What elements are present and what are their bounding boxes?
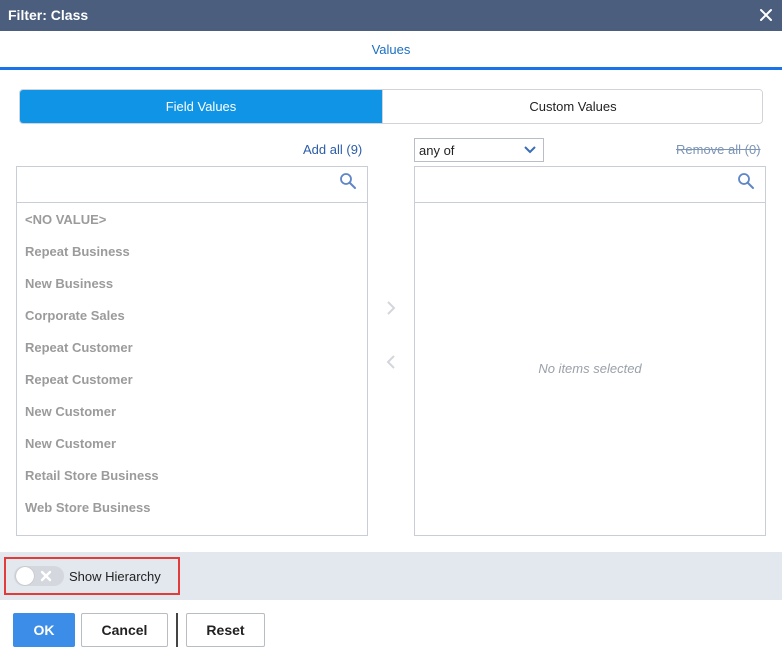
list-item[interactable]: Web Store Business bbox=[25, 500, 150, 520]
value-source-switch: Field Values Custom Values bbox=[19, 89, 763, 124]
show-hierarchy-toggle[interactable] bbox=[14, 566, 64, 586]
match-mode-value: any of bbox=[419, 143, 455, 158]
available-search-input[interactable] bbox=[21, 171, 321, 197]
chevron-left-icon[interactable] bbox=[384, 353, 398, 371]
chevron-down-icon bbox=[523, 144, 537, 156]
search-icon[interactable] bbox=[339, 172, 357, 190]
x-icon bbox=[39, 569, 53, 583]
remove-all-link[interactable]: Remove all (0) bbox=[676, 142, 761, 157]
ok-button[interactable]: OK bbox=[13, 613, 75, 647]
dialog-title: Filter: Class bbox=[8, 7, 89, 23]
field-values-button[interactable]: Field Values bbox=[20, 90, 382, 123]
empty-selection-text: No items selected bbox=[538, 361, 642, 376]
dialog-titlebar: Filter: Class bbox=[0, 0, 782, 31]
custom-values-button[interactable]: Custom Values bbox=[382, 90, 762, 123]
show-hierarchy-label: Show Hierarchy bbox=[69, 569, 161, 584]
selected-search-bar bbox=[415, 167, 765, 203]
list-item[interactable]: Repeat Business bbox=[25, 244, 130, 264]
search-icon[interactable] bbox=[737, 172, 755, 190]
list-item[interactable]: Repeat Customer bbox=[25, 372, 133, 392]
button-divider bbox=[176, 613, 178, 647]
list-item[interactable]: Retail Store Business bbox=[25, 468, 159, 488]
list-item[interactable]: <NO VALUE> bbox=[25, 212, 106, 232]
match-mode-select[interactable]: any of bbox=[414, 138, 544, 162]
available-search-bar bbox=[17, 167, 367, 203]
list-item[interactable]: New Customer bbox=[25, 404, 116, 424]
list-item[interactable]: New Business bbox=[25, 276, 113, 296]
chevron-right-icon[interactable] bbox=[384, 299, 398, 317]
toggle-knob bbox=[16, 567, 34, 585]
tab-strip: Values bbox=[0, 31, 782, 70]
close-icon[interactable] bbox=[756, 5, 776, 25]
cancel-button[interactable]: Cancel bbox=[81, 613, 168, 647]
reset-button[interactable]: Reset bbox=[186, 613, 265, 647]
selected-search-input[interactable] bbox=[419, 171, 719, 197]
list-item[interactable]: New Customer bbox=[25, 436, 116, 456]
tab-values[interactable]: Values bbox=[0, 42, 782, 57]
available-values-panel: <NO VALUE> Repeat Business New Business … bbox=[16, 166, 368, 536]
add-all-link[interactable]: Add all (9) bbox=[303, 142, 362, 157]
list-item[interactable]: Repeat Customer bbox=[25, 340, 133, 360]
selected-values-panel: No items selected bbox=[414, 166, 766, 536]
list-item[interactable]: Corporate Sales bbox=[25, 308, 125, 328]
